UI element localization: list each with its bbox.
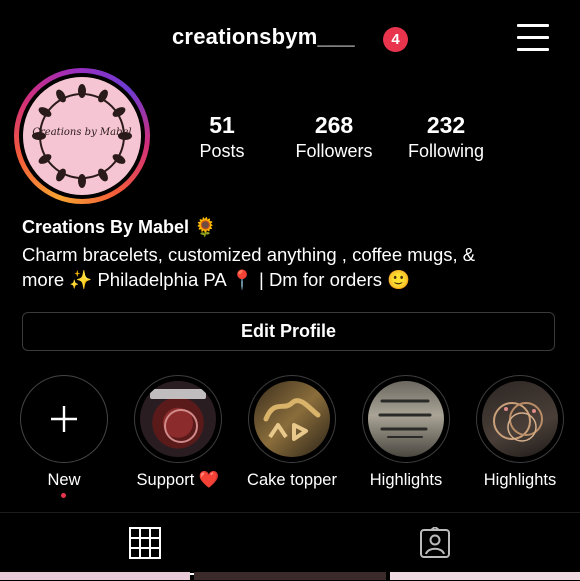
top-bar: creationsbym___ 4 [0, 0, 580, 70]
highlight-cover [482, 381, 558, 457]
bio-line: more ✨ Philadelphia PA 📍 | Dm for orders… [22, 269, 411, 290]
posts-count: 51 [209, 112, 235, 138]
followers-count: 268 [314, 112, 354, 138]
following-label: Following [407, 141, 485, 161]
highlight-item[interactable]: Highlights [360, 375, 452, 490]
highlight-cover [368, 381, 444, 457]
avatar: Creations by Mabel [23, 77, 141, 195]
bio-line: Charm bracelets, customized anything , c… [22, 244, 476, 265]
post-thumbnail[interactable] [0, 572, 190, 580]
stat-posts[interactable]: 51 Posts [190, 112, 254, 164]
highlight-label: Cake topper [247, 471, 337, 489]
highlight-label: New [47, 471, 81, 489]
story-ring[interactable]: Creations by Mabel [14, 68, 150, 204]
followers-label: Followers [295, 141, 373, 161]
bio: Charm bracelets, customized anything , c… [22, 242, 562, 292]
menu-icon[interactable] [517, 24, 549, 52]
highlight-art [378, 399, 432, 438]
following-count: 232 [426, 112, 466, 138]
avatar-logo-text: Creations by Mabel [32, 127, 132, 138]
notification-badge[interactable]: 4 [383, 27, 408, 52]
tab-tagged[interactable] [290, 513, 580, 573]
highlight-new[interactable]: New [18, 375, 110, 498]
cake-topper-art [263, 398, 321, 441]
stat-following[interactable]: 232 Following [398, 112, 494, 164]
post-thumbnail[interactable] [194, 572, 386, 580]
profile-name: Creations By Mabel 🌻 [22, 217, 217, 237]
profile-tabs [0, 512, 580, 581]
highlight-cake-topper[interactable]: Cake topper [246, 375, 338, 490]
highlight-label: Highlights [483, 471, 557, 489]
highlight-label: Highlights [369, 471, 443, 489]
grid-icon [129, 527, 161, 559]
bracelets-art [493, 402, 543, 442]
highlight-label: Support ❤️ [136, 471, 220, 489]
edit-profile-button[interactable]: Edit Profile [22, 312, 555, 351]
tagged-icon [420, 527, 450, 558]
posts-label: Posts [199, 141, 245, 161]
plus-icon [51, 406, 77, 432]
highlight-support[interactable]: Support ❤️ [132, 375, 224, 490]
highlight-cover [254, 381, 330, 457]
tab-grid[interactable] [0, 513, 290, 573]
post-thumbnail[interactable] [390, 572, 580, 580]
username-title[interactable]: creationsbym___ [172, 24, 355, 50]
new-indicator-dot [61, 493, 66, 498]
highlight-item[interactable]: Highlights [474, 375, 566, 490]
highlight-cover [140, 381, 216, 457]
stat-followers[interactable]: 268 Followers [284, 112, 384, 164]
